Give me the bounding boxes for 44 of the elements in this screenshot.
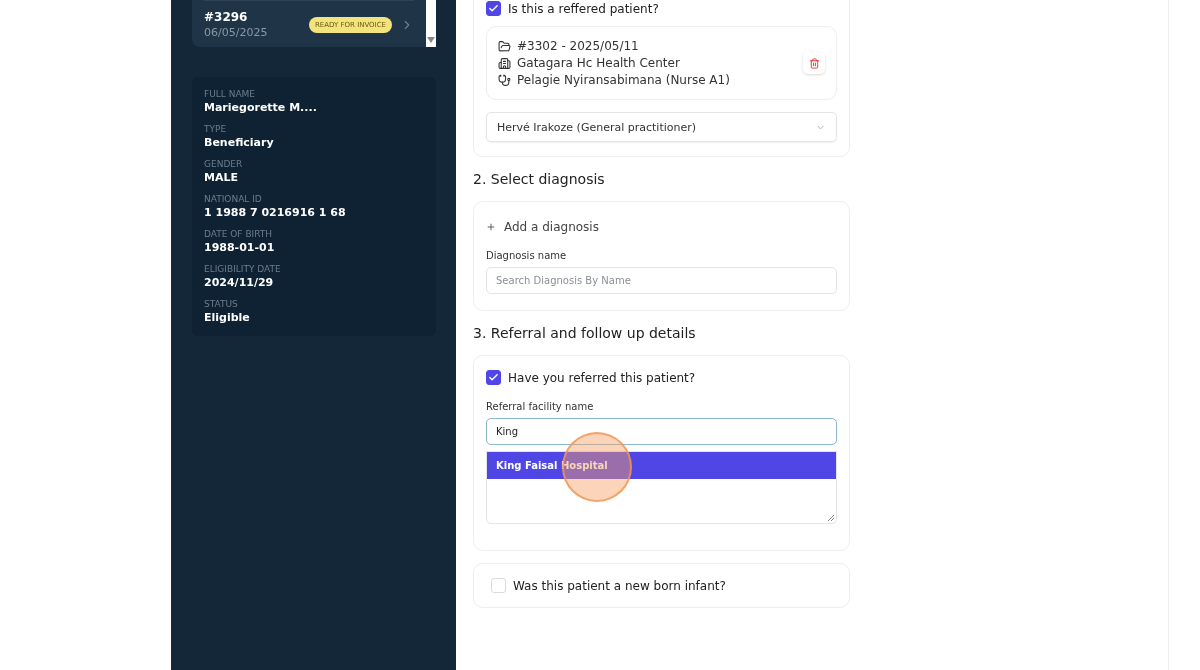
checkbox[interactable] bbox=[486, 1, 501, 16]
case-reference: #3302 - 2025/05/11 bbox=[517, 39, 639, 53]
building-icon bbox=[498, 56, 511, 70]
field-value: Mariegorette M.... bbox=[204, 101, 318, 114]
field-value: Beneficiary bbox=[204, 136, 275, 149]
field-value: 1 1988 7 0216916 1 68 bbox=[204, 206, 347, 219]
checkbox[interactable] bbox=[486, 370, 501, 385]
field-label: Diagnosis name bbox=[486, 250, 568, 261]
field-label: STATUS bbox=[204, 299, 239, 309]
field-label: DATE OF BIRTH bbox=[204, 229, 274, 239]
trash-icon bbox=[808, 57, 820, 69]
section-heading: 3. Referral and follow up details bbox=[473, 325, 697, 341]
field-value: 2024/11/29 bbox=[204, 276, 275, 289]
field-value: MALE bbox=[204, 171, 239, 184]
checkbox-label: Is this a reffered patient? bbox=[508, 1, 659, 16]
scroll-down-icon[interactable] bbox=[427, 37, 435, 43]
field-value: Eligible bbox=[204, 311, 251, 324]
checkmark-icon bbox=[488, 372, 499, 383]
checkbox-label: Have you referred this patient? bbox=[508, 370, 696, 385]
field-label: Referral facility name bbox=[486, 401, 595, 412]
add-diagnosis-button[interactable]: Add a diagnosis bbox=[486, 220, 837, 234]
diagnosis-search-field[interactable]: Search Diagnosis By Name bbox=[486, 267, 837, 294]
field-label: FULL NAME bbox=[204, 89, 256, 99]
suggestion-item[interactable]: King Faisal Hospital bbox=[487, 452, 836, 479]
field-label: NATIONAL ID bbox=[204, 194, 263, 204]
facility-name: Gatagara Hc Health Center bbox=[517, 56, 680, 70]
delete-button[interactable] bbox=[803, 52, 825, 74]
facility-search-field[interactable]: King bbox=[486, 418, 837, 445]
practitioner-select[interactable]: Hervé Irakoze (General practitioner) bbox=[486, 112, 837, 142]
plus-icon bbox=[486, 222, 496, 232]
case-number: #3296 bbox=[204, 10, 249, 24]
checkmark-icon bbox=[488, 3, 499, 14]
folder-icon bbox=[498, 39, 511, 53]
field-label: GENDER bbox=[204, 159, 244, 169]
case-date: 06/05/2025 bbox=[204, 26, 269, 39]
checkbox-label: Was this patient a new born infant? bbox=[513, 578, 726, 593]
field-value: 1988-01-01 bbox=[204, 241, 276, 254]
section-heading: 2. Select diagnosis bbox=[473, 171, 606, 187]
stethoscope-icon bbox=[498, 73, 511, 87]
field-label: TYPE bbox=[204, 124, 228, 134]
field-label: ELIGIBILITY DATE bbox=[204, 264, 282, 274]
scrollbar[interactable] bbox=[426, 0, 436, 47]
staff-name: Pelagie Nyiransabimana (Nurse A1) bbox=[517, 73, 730, 87]
resize-grip-icon[interactable] bbox=[827, 514, 834, 521]
